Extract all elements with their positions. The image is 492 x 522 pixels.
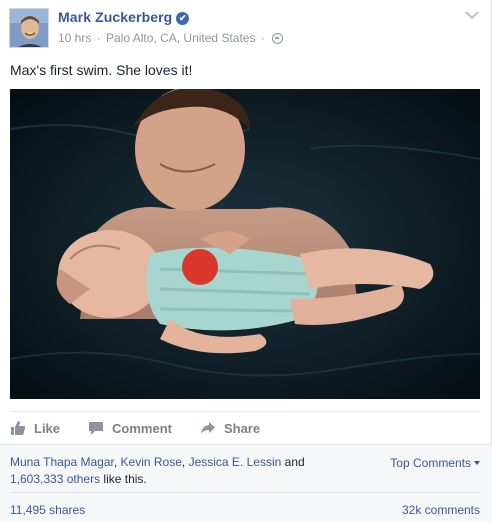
liker-link-3[interactable]: Jessica E. Lessin <box>189 455 282 469</box>
liker-link-1[interactable]: Muna Thapa Magar <box>10 455 114 469</box>
comment-button[interactable]: Comment <box>88 420 172 436</box>
actions-divider-top <box>10 411 480 412</box>
caret-down-icon <box>474 461 480 465</box>
likes-summary: Muna Thapa Magar, Kevin Rose, Jessica E.… <box>10 455 305 486</box>
share-label: Share <box>223 420 261 436</box>
post-actions: Like Comment Share <box>10 413 288 443</box>
thumbs-up-icon <box>11 421 26 435</box>
liker-link-2[interactable]: Kevin Rose <box>121 455 182 469</box>
likes-suffix: like this. <box>103 472 147 486</box>
author-avatar[interactable] <box>9 8 49 48</box>
meta-separator-2: · <box>260 31 265 45</box>
likes-and: and <box>284 455 305 469</box>
post-timestamp[interactable]: 10 hrs <box>58 31 91 45</box>
meta-separator: · <box>96 31 101 45</box>
comments-count[interactable]: 32k comments <box>402 503 480 517</box>
share-arrow-icon <box>200 422 215 434</box>
check-icon: ✔ <box>176 12 190 25</box>
social-divider <box>10 492 480 493</box>
post-location[interactable]: Palo Alto, CA, United States <box>106 31 255 45</box>
others-like-link[interactable]: 1,603,333 others <box>10 472 100 486</box>
post-photo[interactable] <box>10 89 480 399</box>
author-name[interactable]: Mark Zuckerberg ✔ <box>58 9 190 25</box>
like-label: Like <box>34 420 61 436</box>
top-comments-label: Top Comments <box>390 456 471 470</box>
post-text: Max's first swim. She loves it! <box>10 62 193 78</box>
post-card: Mark Zuckerberg ✔ 10 hrs · Palo Alto, CA,… <box>0 0 492 522</box>
social-summary: Muna Thapa Magar, Kevin Rose, Jessica E.… <box>0 444 492 522</box>
like-button[interactable]: Like <box>10 420 60 436</box>
comment-label: Comment <box>112 420 172 436</box>
author-name-label[interactable]: Mark Zuckerberg <box>58 9 172 25</box>
globe-icon[interactable] <box>272 33 284 44</box>
shares-count[interactable]: 11,495 shares <box>10 503 85 517</box>
chevron-down-icon[interactable] <box>465 10 479 20</box>
share-button[interactable]: Share <box>200 420 260 436</box>
top-comments-dropdown[interactable]: Top Comments <box>390 456 480 470</box>
post-meta: 10 hrs · Palo Alto, CA, United States · <box>58 31 284 45</box>
comment-icon <box>89 422 104 435</box>
